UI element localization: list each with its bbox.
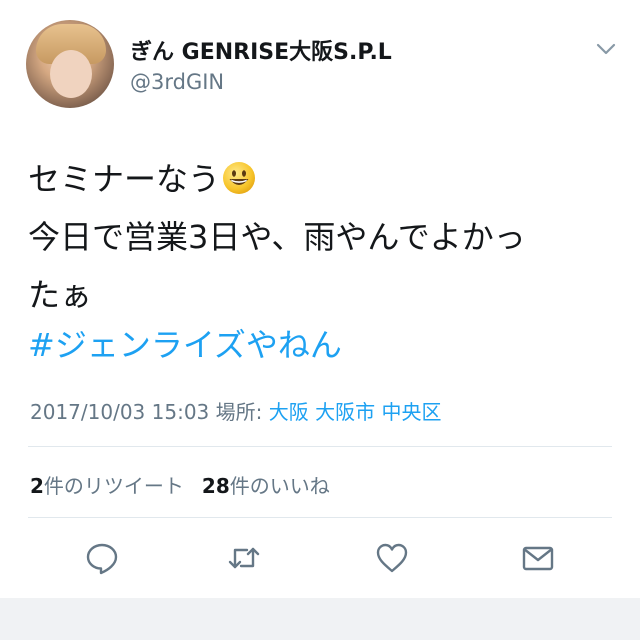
engagement-stats: 2件のリツイート 28件のいいね	[30, 470, 330, 499]
reply-icon[interactable]	[84, 540, 120, 576]
like-label: 件のいいね	[229, 474, 330, 498]
divider	[28, 446, 612, 447]
retweet-stat[interactable]: 2件のリツイート	[30, 474, 184, 498]
bottom-bar	[0, 598, 640, 640]
hashtag-link[interactable]: #ジェンライズやねん	[28, 320, 342, 366]
tweet-line-3: たぁ	[28, 276, 93, 314]
heart-icon[interactable]	[374, 540, 410, 576]
envelope-icon[interactable]	[520, 540, 556, 576]
avatar-face	[50, 50, 92, 98]
grinning-face-icon	[223, 162, 256, 194]
like-count: 28	[201, 474, 230, 498]
location-link[interactable]: 大阪 大阪市 中央区	[269, 400, 442, 424]
avatar[interactable]	[26, 20, 114, 108]
user-handle[interactable]: @3rdGIN	[130, 70, 224, 94]
location-label: 場所:	[215, 400, 263, 424]
tweet-line-1-text: セミナーなう	[28, 160, 221, 198]
tweet-text: セミナーなう 今日で営業3日や、雨やんでよかっ たぁ	[28, 150, 618, 324]
like-stat[interactable]: 28件のいいね	[202, 474, 330, 498]
retweet-count: 2	[30, 474, 44, 498]
retweet-icon[interactable]	[226, 540, 262, 576]
retweet-label: 件のリツイート	[43, 474, 184, 498]
timestamp[interactable]: 2017/10/03 15:03	[30, 400, 209, 424]
tweet-meta: 2017/10/03 15:03 場所: 大阪 大阪市 中央区	[30, 396, 441, 425]
display-name[interactable]: ぎん GENRISE大阪S.P.L	[130, 34, 392, 66]
tweet-line-2: 今日で営業3日や、雨やんでよかっ	[28, 218, 526, 256]
chevron-down-icon[interactable]	[596, 42, 616, 56]
tweet-line-1: セミナーなう	[28, 150, 618, 208]
divider	[28, 517, 612, 518]
